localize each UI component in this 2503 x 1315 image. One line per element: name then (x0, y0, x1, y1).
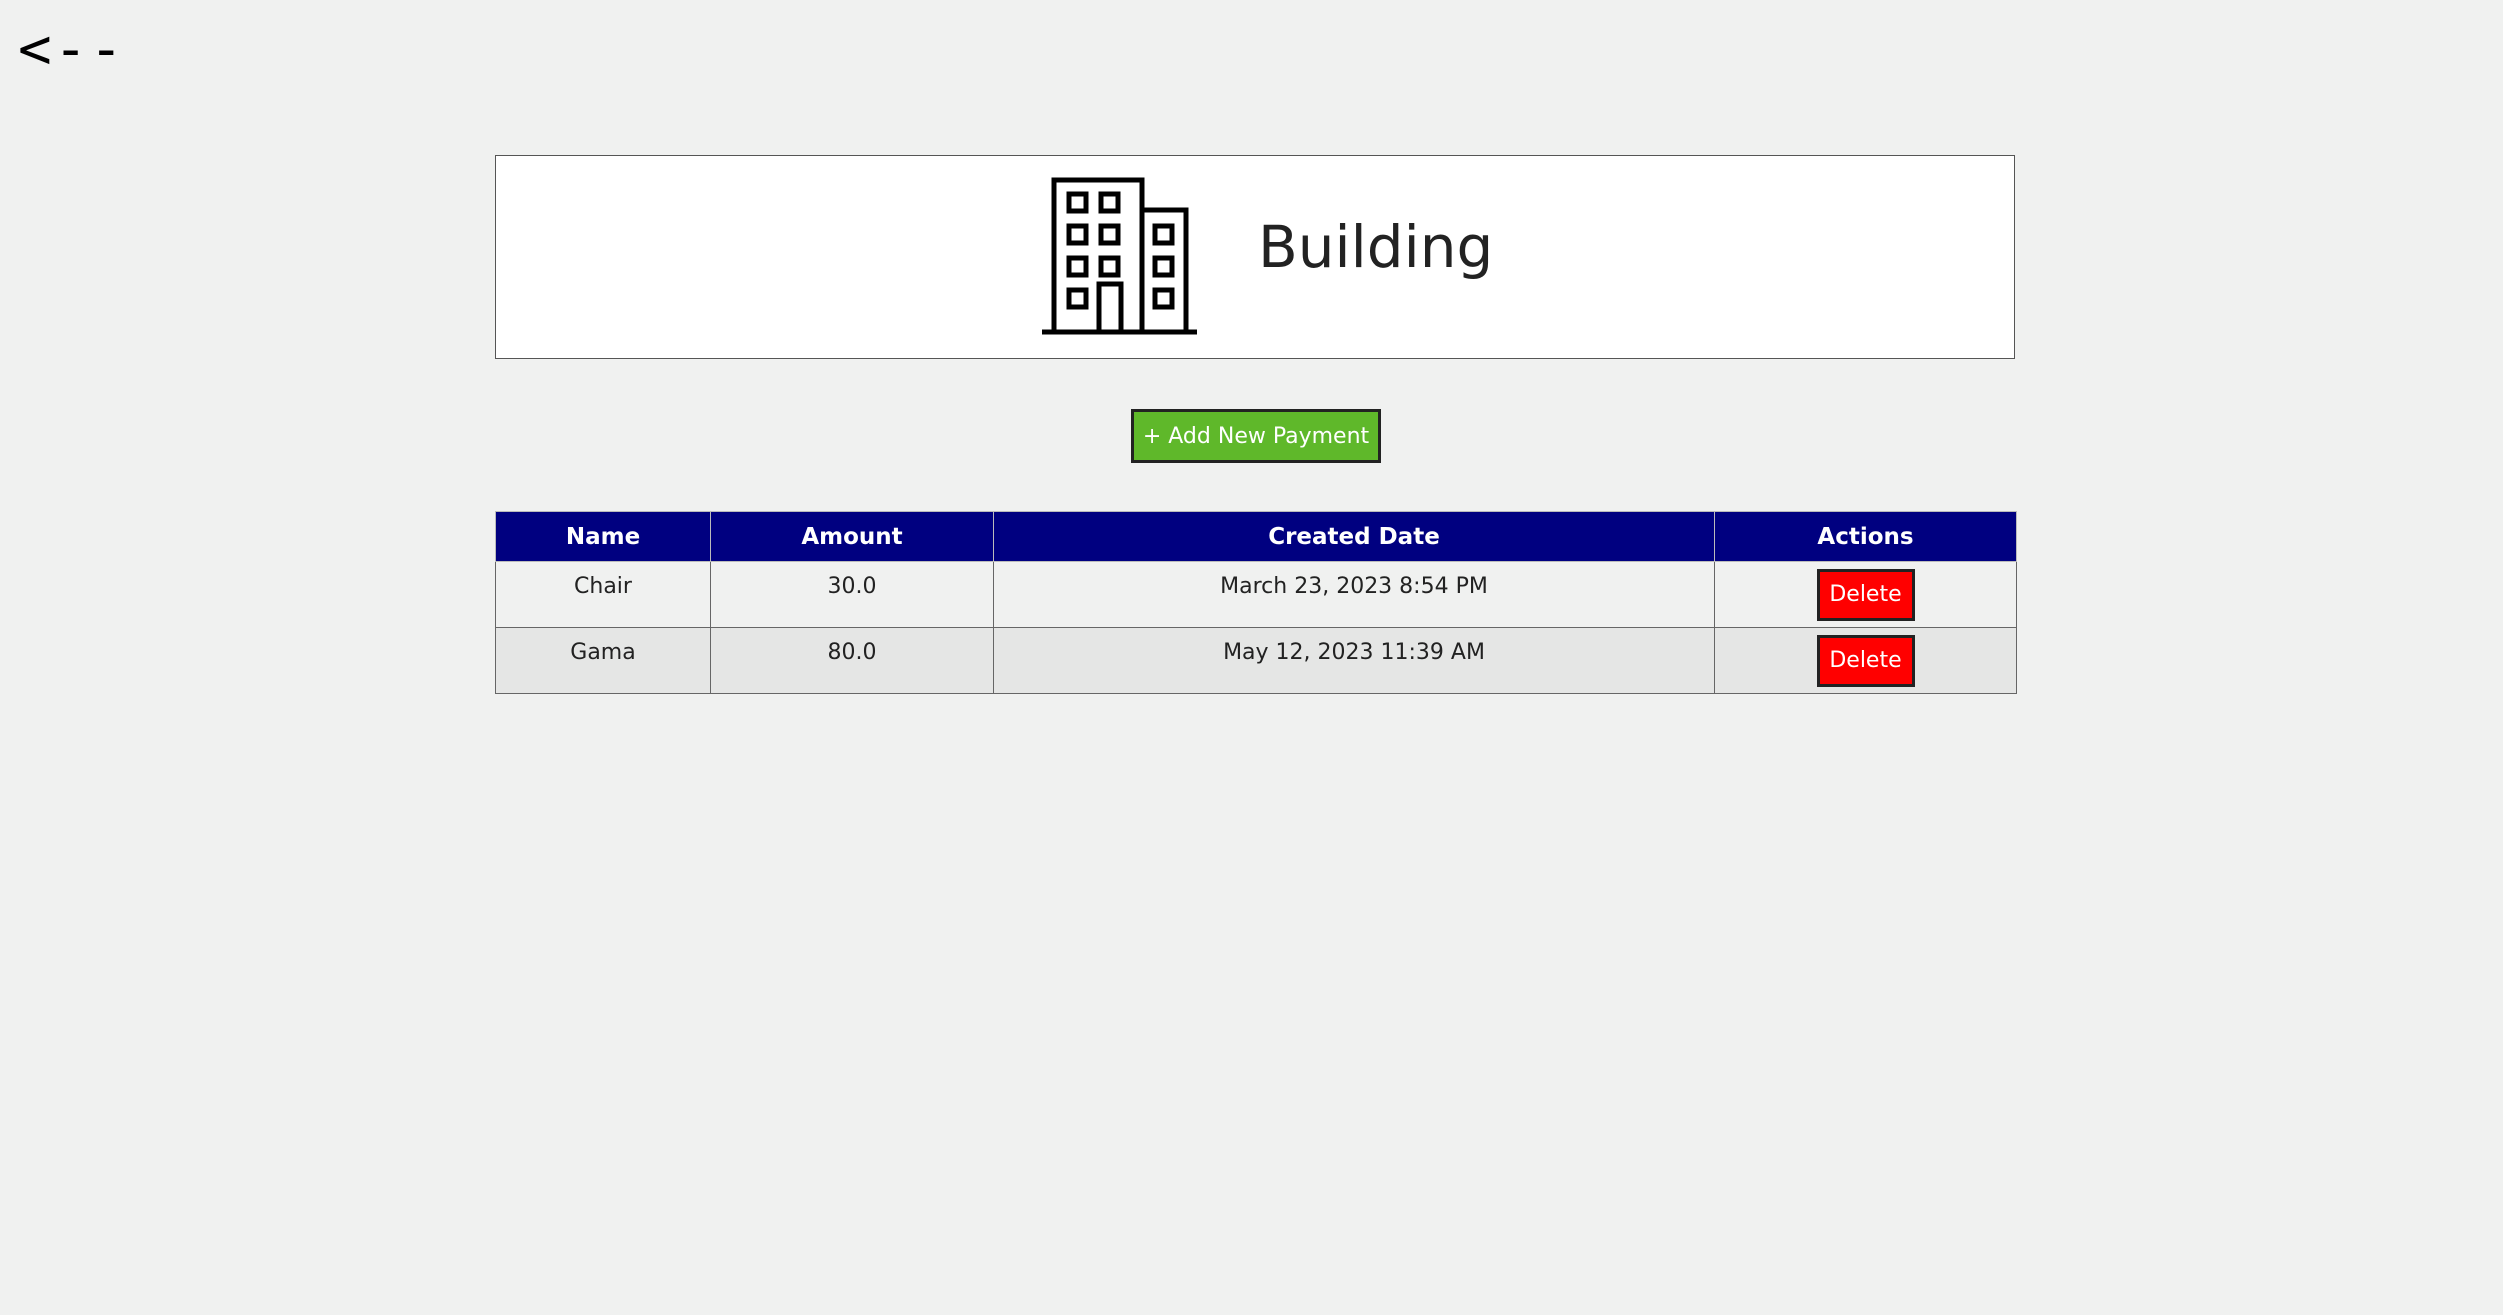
page: <-- Building + Add New Payment Name Amou… (0, 0, 2503, 1315)
table-row: Gama 80.0 May 12, 2023 11:39 AM Delete (495, 627, 2017, 694)
cell-actions: Delete (1714, 561, 2017, 628)
column-header-actions: Actions (1714, 511, 2017, 562)
header-card: Building (495, 155, 2015, 359)
building-icon (1042, 177, 1197, 335)
column-header-created-date: Created Date (993, 511, 1715, 562)
cell-created-date: March 23, 2023 8:54 PM (993, 561, 1715, 628)
table-row: Chair 30.0 March 23, 2023 8:54 PM Delete (495, 561, 2017, 628)
cell-amount: 30.0 (710, 561, 994, 628)
cell-name: Chair (495, 561, 711, 628)
cell-name: Gama (495, 627, 711, 694)
column-header-name: Name (495, 511, 711, 562)
table-header-row: Name Amount Created Date Actions (495, 511, 2017, 562)
add-new-payment-button[interactable]: + Add New Payment (1131, 409, 1381, 463)
cell-amount: 80.0 (710, 627, 994, 694)
cell-created-date: May 12, 2023 11:39 AM (993, 627, 1715, 694)
delete-button[interactable]: Delete (1816, 568, 1915, 621)
back-link[interactable]: <-- (18, 22, 125, 78)
payments-table: Name Amount Created Date Actions Chair 3… (495, 511, 2017, 694)
delete-button[interactable]: Delete (1816, 634, 1915, 687)
cell-actions: Delete (1714, 627, 2017, 694)
page-title: Building (1258, 213, 1494, 281)
column-header-amount: Amount (710, 511, 994, 562)
